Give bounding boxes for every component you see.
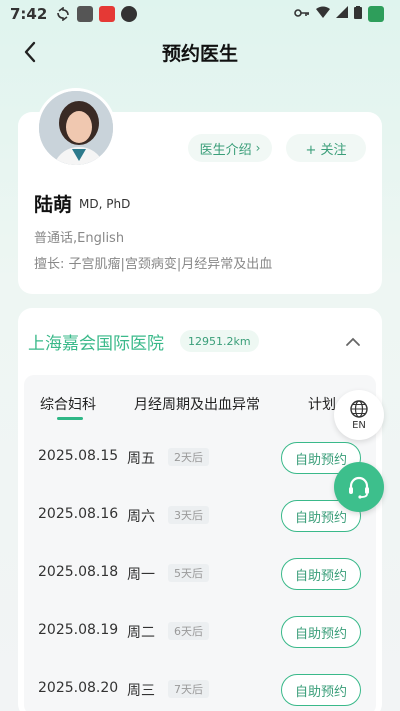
distance-badge: 12951.2km <box>180 330 259 352</box>
tab-menstrual-bleeding[interactable]: 月经周期及出血异常 <box>134 394 260 414</box>
hospital-name[interactable]: 上海嘉会国际医院 <box>28 329 164 354</box>
schedule-weekday: 周一 <box>127 567 155 583</box>
battery-icon <box>354 5 362 23</box>
headset-icon <box>349 476 369 499</box>
leaf-app-icon <box>368 6 384 22</box>
chevron-left-icon <box>24 41 36 63</box>
schedule-date: 2025.08.19 <box>38 622 119 638</box>
active-tab-indicator <box>57 417 83 420</box>
top-nav: 预约医生 <box>0 34 400 70</box>
self-booking-button[interactable]: 自助预约 <box>281 616 361 648</box>
follow-label: + 关注 <box>305 142 347 158</box>
app-notification-icon <box>77 6 94 22</box>
sync-icon <box>55 6 71 22</box>
doctor-degree: MD, PhD <box>79 197 131 211</box>
chevron-right-icon: › <box>255 141 261 155</box>
schedule-row: 2025.08.19 周二 6天后 自助预约 <box>38 616 368 648</box>
language-label: EN <box>352 420 366 431</box>
schedule-panel <box>24 375 376 711</box>
schedule-row: 2025.08.16 周六 3天后 自助预约 <box>38 500 368 532</box>
days-after-badge: 6天后 <box>168 622 209 640</box>
key-icon <box>294 6 310 22</box>
schedule-row: 2025.08.18 周一 5天后 自助预约 <box>38 558 368 590</box>
days-after-badge: 2天后 <box>168 448 209 466</box>
self-booking-button[interactable]: 自助预约 <box>281 674 361 706</box>
wifi-icon <box>316 6 330 22</box>
chevron-up-icon <box>346 337 360 346</box>
customer-service-button[interactable] <box>334 462 384 512</box>
schedule-weekday: 周六 <box>127 509 155 525</box>
status-time: 7:42 <box>10 5 48 23</box>
cat-app-icon <box>121 6 138 22</box>
schedule-date: 2025.08.15 <box>38 448 119 464</box>
self-booking-button[interactable]: 自助预约 <box>281 558 361 590</box>
days-after-badge: 5天后 <box>168 564 209 582</box>
days-after-badge: 3天后 <box>168 506 209 524</box>
doctor-specialty: 擅长: 子宫肌瘤|宫颈病变|月经异常及出血 <box>34 257 273 272</box>
video-app-icon <box>99 6 116 22</box>
page-title: 预约医生 <box>161 42 238 65</box>
days-after-badge: 7天后 <box>168 680 209 698</box>
schedule-date: 2025.08.20 <box>38 680 119 696</box>
follow-button[interactable]: + 关注 <box>286 134 366 162</box>
back-button[interactable] <box>16 38 44 66</box>
globe-icon <box>350 400 368 418</box>
doctor-languages: 普通话,English <box>34 231 125 246</box>
doctor-intro-button[interactable]: 医生介绍 › <box>188 134 272 162</box>
schedule-row: 2025.08.20 周三 7天后 自助预约 <box>38 674 368 706</box>
collapse-button[interactable] <box>345 332 365 348</box>
doctor-avatar <box>36 88 116 168</box>
signal-icon <box>336 6 348 22</box>
schedule-weekday: 周二 <box>127 625 155 641</box>
tab-general-gynecology[interactable]: 综合妇科 <box>40 394 96 414</box>
schedule-row: 2025.08.15 周五 2天后 自助预约 <box>38 442 368 474</box>
doctor-name: 陆萌 <box>34 194 73 216</box>
schedule-weekday: 周五 <box>127 451 155 467</box>
language-switch-button[interactable]: EN <box>334 390 384 440</box>
schedule-date: 2025.08.16 <box>38 506 119 522</box>
status-bar: 7:42 <box>0 0 400 28</box>
schedule-date: 2025.08.18 <box>38 564 119 580</box>
doctor-intro-label: 医生介绍 <box>199 142 252 158</box>
schedule-weekday: 周三 <box>127 683 155 699</box>
